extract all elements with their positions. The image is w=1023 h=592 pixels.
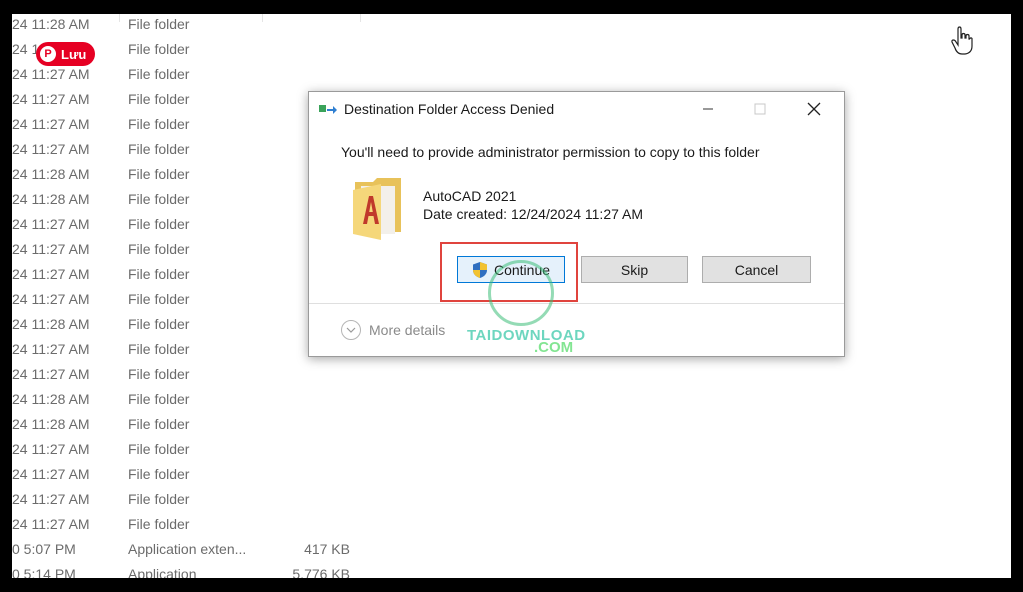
- file-type: File folder: [128, 116, 190, 132]
- dialog-titlebar[interactable]: Destination Folder Access Denied: [309, 92, 844, 126]
- file-date: 24 11:27 AM: [12, 141, 90, 157]
- maximize-button[interactable]: [737, 92, 783, 126]
- file-date: 0 5:14 PM: [12, 566, 76, 578]
- minimize-button[interactable]: [685, 92, 731, 126]
- file-type: File folder: [128, 66, 190, 82]
- file-date: 24 11:28 AM: [12, 316, 90, 332]
- copy-files-icon: [319, 105, 337, 114]
- file-size: 5,776 KB: [292, 566, 350, 578]
- file-type: File folder: [128, 391, 190, 407]
- dialog-divider: [309, 303, 844, 304]
- access-denied-dialog: Destination Folder Access Denied You'll …: [308, 91, 845, 357]
- chevron-down-icon: [341, 320, 361, 340]
- file-type: Application: [128, 566, 197, 578]
- more-details-toggle[interactable]: More details: [341, 320, 445, 340]
- file-type: File folder: [128, 466, 190, 482]
- cancel-label: Cancel: [734, 261, 779, 278]
- file-date: 0 5:07 PM: [12, 541, 76, 557]
- file-type: File folder: [128, 266, 190, 282]
- file-date: 24 11:27 AM: [12, 116, 90, 132]
- file-row[interactable]: 24 11:27 AM File folder: [12, 487, 372, 512]
- file-date: 24 11:27 AM: [12, 241, 90, 257]
- file-date: 24 11:27 AM: [12, 291, 90, 307]
- file-row[interactable]: 24 11:28 AM File folder: [12, 387, 372, 412]
- file-type: File folder: [128, 216, 190, 232]
- file-date: 24 11:28 AM: [12, 416, 90, 432]
- file-type: File folder: [128, 341, 190, 357]
- folder-name: AutoCAD 2021: [423, 188, 517, 204]
- hand-cursor-icon: [951, 26, 973, 55]
- file-type: File folder: [128, 41, 190, 57]
- uac-shield-icon: [472, 261, 487, 278]
- file-type: File folder: [128, 516, 190, 532]
- file-date: 24 11:28 AM: [12, 391, 90, 407]
- file-type: Application exten...: [128, 541, 247, 557]
- file-date: 24 11:27 AM: [12, 441, 90, 457]
- file-row[interactable]: 0 5:07 PM Application exten... 417 KB: [12, 537, 372, 562]
- file-type: File folder: [128, 16, 190, 32]
- minimize-icon: [703, 108, 713, 110]
- file-row[interactable]: 24 11:28 AM File folder: [12, 14, 372, 37]
- file-type: File folder: [128, 91, 190, 107]
- file-size: 417 KB: [304, 541, 350, 557]
- file-date: 24 11:28 AM: [12, 191, 90, 207]
- pinterest-save-button[interactable]: P Lưu: [36, 42, 96, 66]
- file-type: File folder: [128, 366, 190, 382]
- file-row[interactable]: 24 11:27 AM File folder: [12, 437, 372, 462]
- autocad-folder-icon: [353, 178, 401, 240]
- file-type: File folder: [128, 491, 190, 507]
- watermark-logo: [488, 260, 554, 326]
- file-type: File folder: [128, 166, 190, 182]
- file-type: File folder: [128, 241, 190, 257]
- pinterest-save-label: Lưu: [61, 46, 87, 62]
- file-date: 24 11:27 AM: [12, 516, 90, 532]
- file-row[interactable]: 24 11:28 AM File folder: [12, 412, 372, 437]
- file-date: 24 11:27 AM: [12, 341, 90, 357]
- skip-label: Skip: [620, 261, 649, 278]
- skip-button[interactable]: Skip: [581, 256, 688, 283]
- file-type: File folder: [128, 141, 190, 157]
- file-date: 24 11:27 AM: [12, 466, 90, 482]
- cancel-button[interactable]: Cancel: [702, 256, 811, 283]
- close-button[interactable]: [791, 92, 837, 126]
- file-type: File folder: [128, 291, 190, 307]
- file-date: 24 11:27 AM: [12, 216, 90, 232]
- dialog-message: You'll need to provide administrator per…: [341, 144, 760, 160]
- file-date: 24 11:27 AM: [12, 366, 90, 382]
- file-row[interactable]: 24 11:27 AM File folder: [12, 362, 372, 387]
- file-date: 24 11:27 AM: [12, 91, 90, 107]
- more-details-label: More details: [369, 322, 446, 338]
- pinterest-icon: P: [40, 46, 56, 62]
- file-row[interactable]: 24 11:27 AM File folder: [12, 512, 372, 537]
- file-type: File folder: [128, 441, 190, 457]
- file-type: File folder: [128, 191, 190, 207]
- file-type: File folder: [128, 416, 190, 432]
- file-row[interactable]: 0 5:14 PM Application 5,776 KB: [12, 562, 372, 578]
- file-date: 24 11:28 AM: [12, 16, 90, 32]
- close-icon: [807, 102, 821, 116]
- file-date: 24 11:27 AM: [12, 266, 90, 282]
- file-date: 24 11:28 AM: [12, 166, 90, 182]
- file-row[interactable]: 24 11:27 AM File folder: [12, 462, 372, 487]
- watermark-text-suffix: .COM: [534, 339, 574, 356]
- file-date: 24 11:27 AM: [12, 491, 90, 507]
- file-type: File folder: [128, 316, 190, 332]
- dialog-title: Destination Folder Access Denied: [344, 101, 555, 117]
- folder-date-created: Date created: 12/24/2024 11:27 AM: [423, 206, 644, 222]
- maximize-icon: [754, 103, 766, 115]
